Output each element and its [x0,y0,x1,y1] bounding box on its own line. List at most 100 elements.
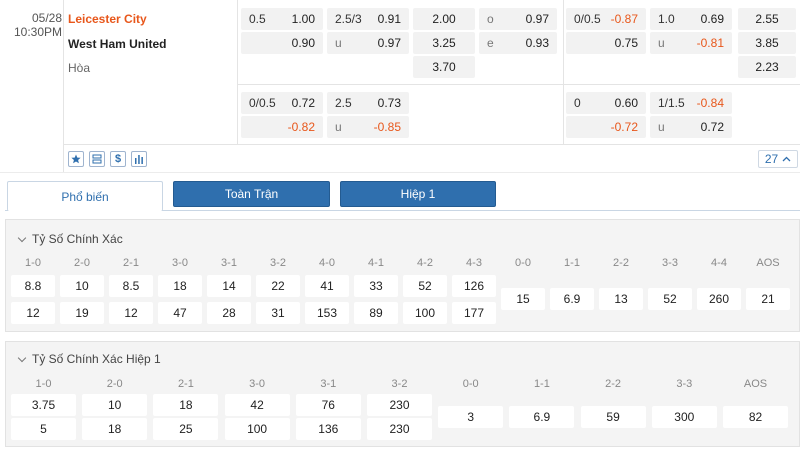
score-odds-cell[interactable]: 15 [501,288,545,310]
score-odds-cell[interactable]: 12 [11,302,55,324]
odds-cell-h1-1x2-away[interactable]: 3.85 [738,32,796,54]
score-odds-cell[interactable]: 177 [452,302,496,324]
odds-cell-ft-under2[interactable]: u -0.85 [327,116,409,138]
score-odds-cell[interactable]: 136 [295,418,361,440]
score-odds-cell[interactable]: 100 [403,302,447,324]
odds-cell-h1-under2[interactable]: u 0.72 [650,116,732,138]
layers-icon[interactable] [89,151,105,167]
score-odds-cell[interactable]: 22 [256,275,300,297]
odds-cell-ft-over2[interactable]: 2.5 0.73 [327,92,409,114]
odds-cell-ft-odd[interactable]: o 0.97 [479,8,557,30]
odds-cell-ft-handicap-home[interactable]: 0.5 1.00 [241,8,323,30]
score-odds-cell[interactable]: 153 [305,302,349,324]
score-odds-cell[interactable]: 6.9 [550,288,594,310]
score-odds-cell[interactable]: 10 [60,275,104,297]
score-odds-cell[interactable]: 59 [580,406,646,428]
odds-cell-ft-over[interactable]: 2.5/3 0.91 [327,8,409,30]
match-date: 05/28 [31,11,62,25]
score-odds-cell[interactable]: 3 [438,406,504,428]
score-odds-cell[interactable]: 300 [651,406,717,428]
odds-label: u [658,36,665,50]
dollar-icon[interactable]: $ [110,151,126,167]
score-header: 1-1 [564,257,580,269]
odds-line: 0.5 [249,12,266,26]
score-odds-cell[interactable]: 42 [224,394,290,416]
away-team-name[interactable]: West Ham United [68,37,166,51]
score-odds-cell[interactable]: 18 [158,275,202,297]
score-odds-cell[interactable]: 33 [354,275,398,297]
score-odds-cell[interactable]: 14 [207,275,251,297]
divider [563,0,564,144]
odds-cell-h1-1x2-home[interactable]: 2.55 [738,8,796,30]
score-odds-cell[interactable]: 25 [153,418,219,440]
home-team-name[interactable]: Leicester City [68,12,147,26]
odds-cell-h1-under[interactable]: u -0.81 [650,32,732,54]
score-odds-cell[interactable]: 76 [295,394,361,416]
odds-line: 2.5 [335,96,352,110]
score-odds-cell[interactable]: 8.5 [109,275,153,297]
score-odds-cell[interactable]: 8.8 [11,275,55,297]
score-header: 4-2 [417,257,433,269]
score-odds-cell[interactable]: 89 [354,302,398,324]
section-header[interactable]: Tỷ Số Chính Xác Hiệp 1 [18,352,161,366]
more-markets-button[interactable]: 27 [758,150,798,168]
odds-value: 0.93 [525,36,549,50]
odds-cell-h1-handicap-away[interactable]: 0.75 [566,32,646,54]
odds-cell-h1-handicap2-away[interactable]: -0.72 [566,116,646,138]
odds-line: 2.5/3 [335,12,362,26]
odds-cell-ft-handicap-away[interactable]: 0.90 [241,32,323,54]
star-icon[interactable] [68,151,84,167]
score-odds-cell[interactable]: 100 [224,418,290,440]
odds-value: 0.97 [525,12,549,26]
score-odds-cell[interactable]: 52 [648,288,692,310]
score-odds-cell[interactable]: 12 [109,302,153,324]
odds-cell-ft-even[interactable]: e 0.93 [479,32,557,54]
odds-value: 3.85 [755,36,779,50]
score-odds-cell[interactable]: 52 [403,275,447,297]
score-odds-cell[interactable]: 10 [82,394,148,416]
score-header: 1-0 [25,257,41,269]
score-odds-cell[interactable]: 5 [11,418,76,440]
score-odds-cell[interactable]: 3.75 [11,394,76,416]
tab-first-half[interactable]: Hiệp 1 [340,181,496,207]
odds-value: 0.73 [377,96,401,110]
odds-cell-h1-over2[interactable]: 1/1.5 -0.84 [650,92,732,114]
score-odds-cell[interactable]: 13 [599,288,643,310]
bar-chart-icon[interactable] [131,151,147,167]
section-title: Tỷ Số Chính Xác [32,232,123,246]
tab-full-time[interactable]: Toàn Trận [173,181,330,207]
odds-cell-h1-1x2-draw[interactable]: 2.23 [738,56,796,78]
odds-cell-ft-1x2-draw[interactable]: 3.70 [413,56,475,78]
odds-label: u [335,36,342,50]
odds-value: 1.00 [291,12,315,26]
odds-line: 0/0.5 [249,96,276,110]
odds-cell-ft-1x2-home[interactable]: 2.00 [413,8,475,30]
tab-popular[interactable]: Phổ biến [7,181,163,211]
score-odds-cell[interactable]: 18 [82,418,148,440]
score-odds-cell[interactable]: 260 [697,288,741,310]
score-odds-cell[interactable]: 47 [158,302,202,324]
score-odds-cell[interactable]: 6.9 [509,406,575,428]
odds-cell-ft-handicap2-home[interactable]: 0/0.5 0.72 [241,92,323,114]
odds-value: 0.72 [700,120,724,134]
score-odds-cell[interactable]: 41 [305,275,349,297]
odds-cell-h1-handicap2-home[interactable]: 0 0.60 [566,92,646,114]
odds-cell-ft-1x2-away[interactable]: 3.25 [413,32,475,54]
odds-cell-h1-over[interactable]: 1.0 0.69 [650,8,732,30]
score-odds-cell[interactable]: 230 [367,394,432,416]
score-odds-cell[interactable]: 126 [452,275,496,297]
section-header[interactable]: Tỷ Số Chính Xác [18,232,123,246]
chevron-up-icon [782,156,791,162]
score-odds-cell[interactable]: 28 [207,302,251,324]
odds-cell-ft-handicap2-away[interactable]: -0.82 [241,116,323,138]
score-header: 2-2 [613,257,629,269]
odds-cell-ft-under[interactable]: u 0.97 [327,32,409,54]
score-odds-cell[interactable]: 19 [60,302,104,324]
score-odds-cell[interactable]: 21 [746,288,790,310]
odds-value: 3.70 [432,60,456,74]
score-odds-cell[interactable]: 82 [723,406,788,428]
score-odds-cell[interactable]: 31 [256,302,300,324]
score-odds-cell[interactable]: 18 [153,394,219,416]
score-odds-cell[interactable]: 230 [367,418,432,440]
odds-cell-h1-handicap-home[interactable]: 0/0.5 -0.87 [566,8,646,30]
